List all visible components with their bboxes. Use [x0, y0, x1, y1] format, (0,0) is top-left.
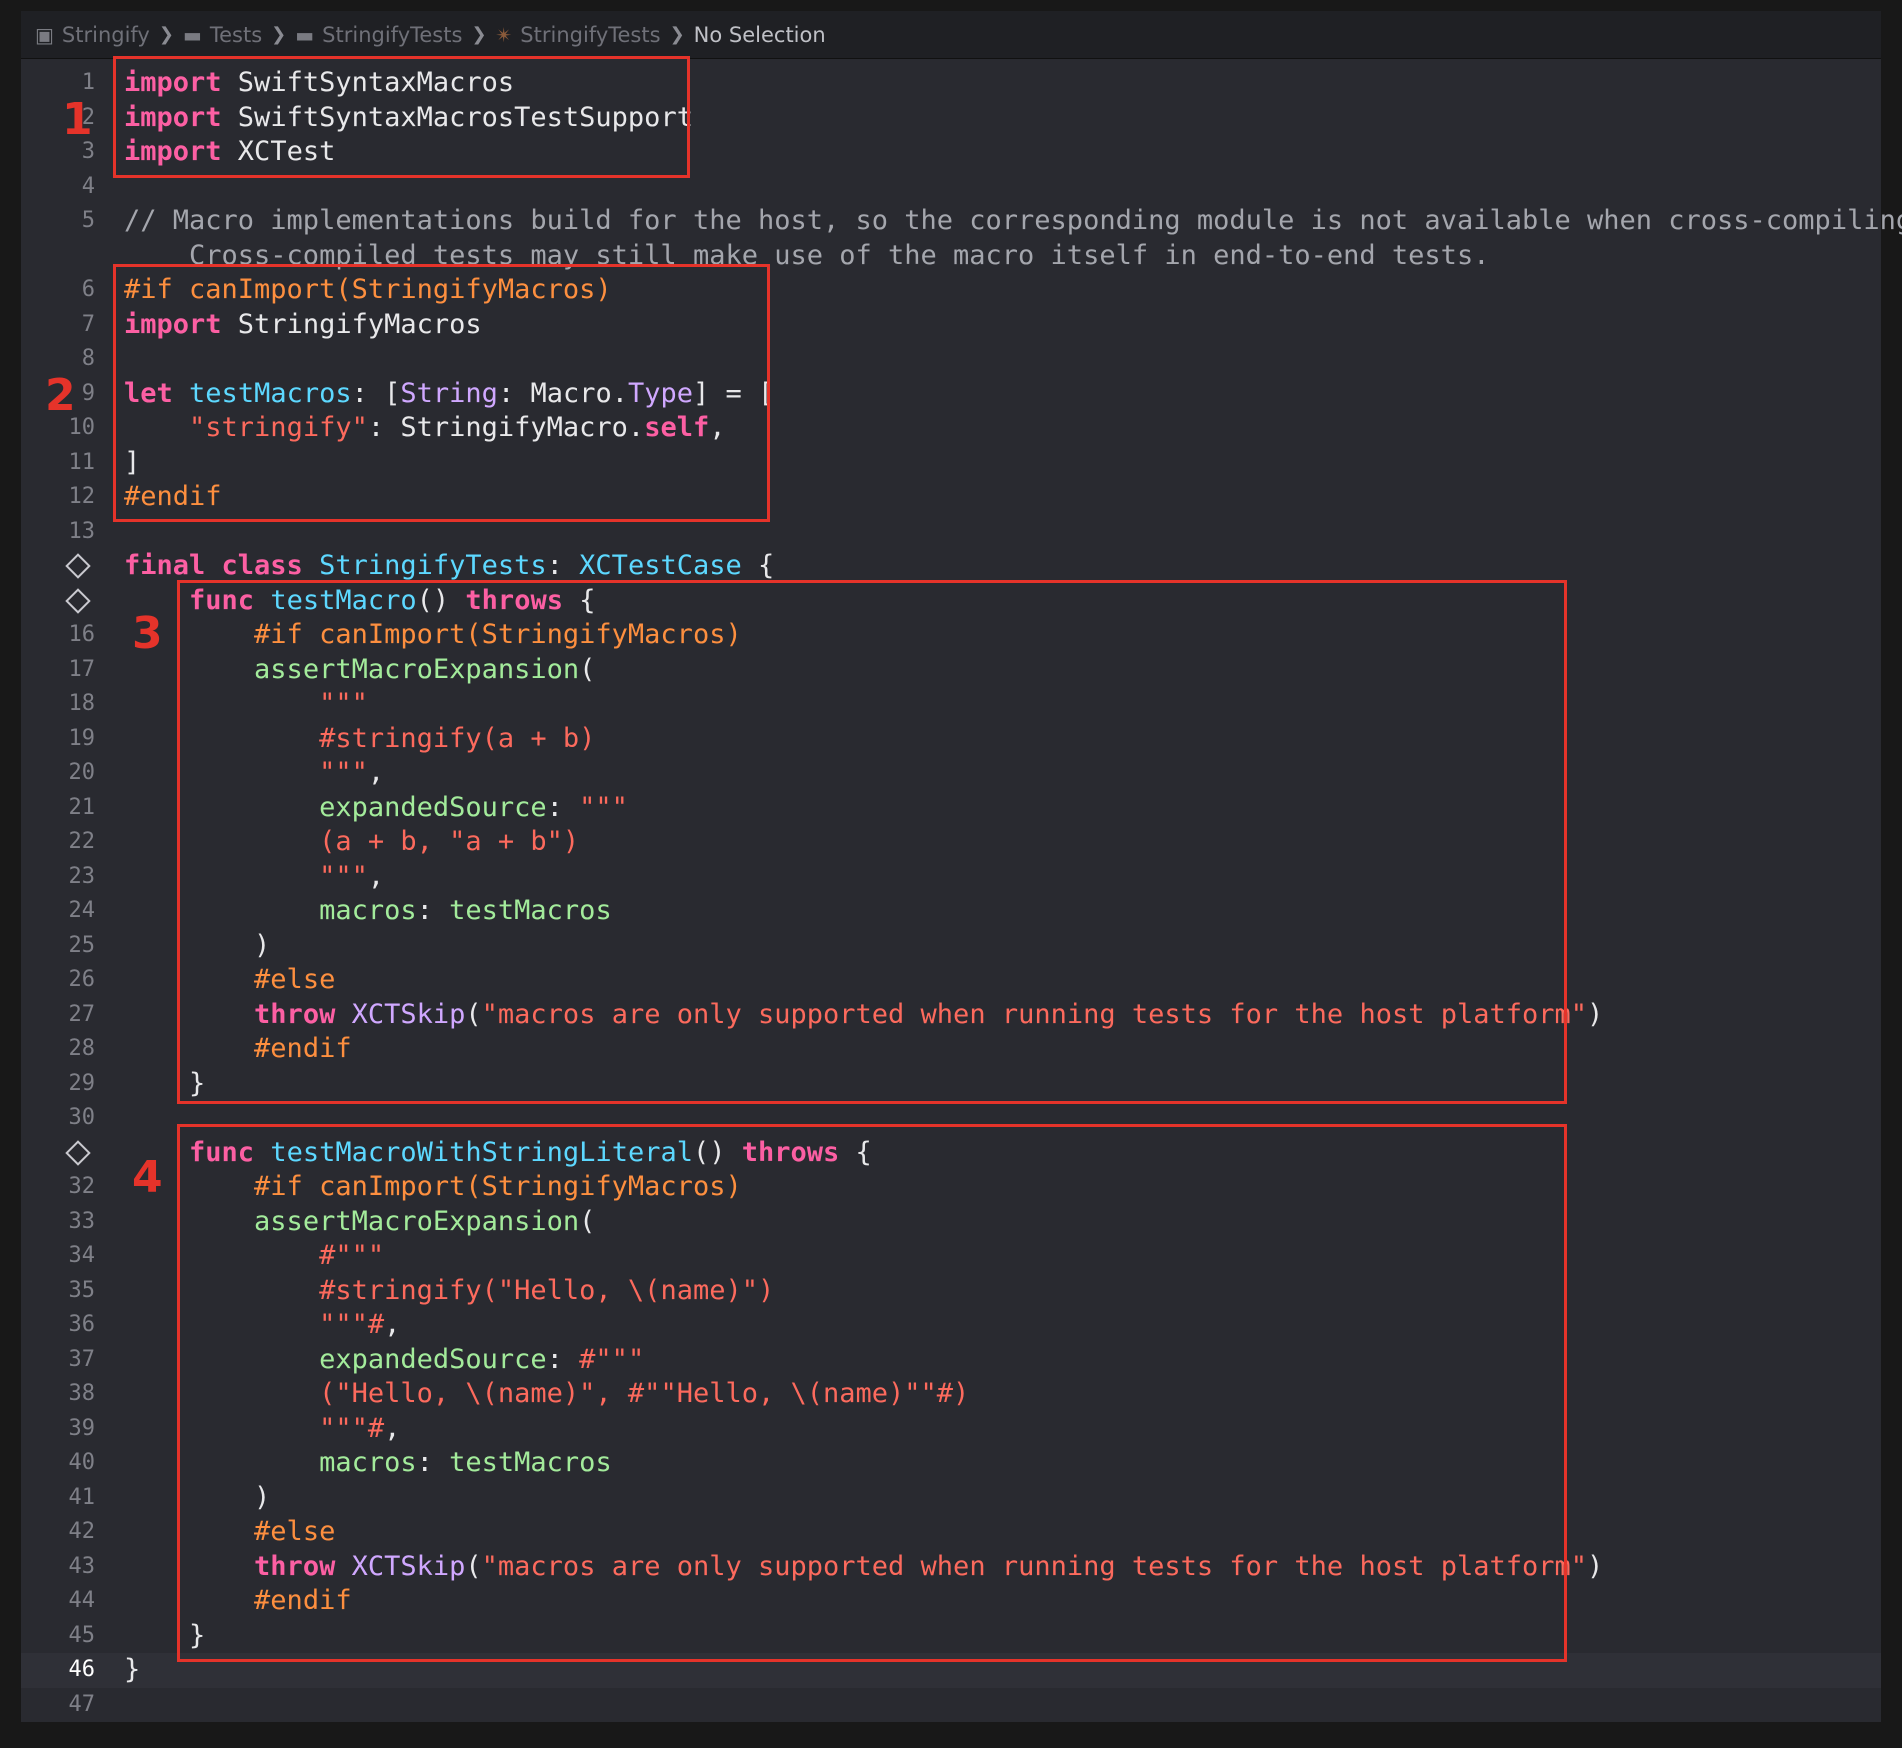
breadcrumb-label: StringifyTests	[322, 22, 463, 47]
breadcrumb-label: Tests	[209, 22, 263, 47]
run-test-diamond-icon[interactable]	[65, 1139, 91, 1166]
line-number: 42	[68, 1519, 96, 1544]
breadcrumb-item[interactable]: ▣ Stringify ❯	[35, 23, 183, 47]
line-number: 17	[68, 656, 96, 682]
line-number: 44	[68, 1588, 96, 1613]
folder-icon: ▬	[182, 22, 202, 47]
code-token: )	[1587, 998, 1604, 1030]
chevron-right-icon: ❯	[471, 24, 487, 45]
annotation-label-3: 3	[132, 608, 163, 659]
line-number: 35	[68, 1277, 96, 1303]
line-number: 18	[68, 691, 96, 716]
code-token: final class	[124, 550, 303, 581]
run-test-diamond-icon[interactable]	[65, 553, 91, 579]
code-text: final class StringifyTests: XCTestCase {	[124, 549, 774, 584]
line-number: 38	[68, 1381, 96, 1406]
chevron-right-icon: ❯	[158, 24, 174, 45]
annotation-label-2: 2	[45, 370, 76, 421]
annotation-box-1	[113, 56, 690, 178]
line-number: 16	[68, 622, 96, 647]
line-number: 34	[68, 1243, 96, 1268]
line-number: 22	[68, 829, 96, 854]
chevron-right-icon: ❯	[669, 24, 685, 45]
line-number: 32	[68, 1174, 96, 1199]
package-icon: ▣	[35, 22, 54, 47]
line-number: 6	[81, 277, 95, 302]
breadcrumb-label: Stringify	[61, 22, 150, 47]
line-number: 29	[68, 1070, 96, 1096]
line-number: 43	[68, 1553, 96, 1579]
code-token: // Macro implementations build for the h…	[124, 205, 1902, 236]
line-number: 27	[68, 1001, 96, 1027]
code-line[interactable]: final class StringifyTests: XCTestCase {	[21, 549, 1881, 584]
line-number: 47	[68, 1691, 96, 1717]
code-token: {	[741, 550, 775, 581]
annotation-box-3	[177, 580, 1567, 1104]
chevron-right-icon: ❯	[271, 24, 287, 45]
line-number: 26	[68, 967, 96, 992]
line-number: 4	[81, 173, 95, 199]
line-number: 13	[68, 518, 96, 544]
line-number: 46	[68, 1657, 96, 1682]
line-number: 36	[68, 1312, 96, 1337]
code-token: }	[124, 1654, 141, 1685]
annotation-box-2	[113, 264, 770, 522]
annotation-label-4: 4	[132, 1152, 163, 1203]
line-number: 12	[68, 484, 96, 509]
breadcrumb-label: No Selection	[693, 22, 826, 47]
breadcrumb-label: StringifyTests	[520, 22, 661, 47]
line-number: 39	[68, 1415, 96, 1441]
code-token: StringifyTests	[319, 550, 547, 581]
line-number: 30	[68, 1105, 96, 1130]
line-number: 28	[68, 1036, 96, 1061]
line-number: 7	[81, 311, 95, 337]
code-text: }	[124, 1653, 140, 1688]
breadcrumb-item[interactable]: ▬ Tests ❯	[183, 23, 295, 47]
line-number: 11	[68, 449, 96, 475]
code-line[interactable]: 47	[21, 1688, 1881, 1723]
breadcrumb-item[interactable]: ✴ StringifyTests ❯	[496, 23, 694, 47]
line-number: 40	[68, 1450, 96, 1475]
line-number: 41	[68, 1484, 96, 1510]
folder-icon: ▬	[295, 22, 315, 47]
code-text: // Macro implementations build for the h…	[124, 204, 1902, 239]
line-number: 33	[68, 1208, 96, 1234]
code-line[interactable]: 5 // Macro implementations build for the …	[21, 204, 1902, 239]
line-number: 21	[68, 794, 96, 820]
line-number: 5	[81, 208, 95, 233]
line-number: 24	[68, 898, 96, 923]
code-token: )	[1587, 1550, 1604, 1582]
code-token: XCTestCase	[579, 550, 742, 581]
line-number: 25	[68, 932, 96, 958]
jump-bar-breadcrumb: ▣ Stringify ❯ ▬ Tests ❯ ▬ StringifyTests ❯ ✴ Strin…	[21, 11, 1881, 59]
annotation-label-1: 1	[62, 94, 93, 145]
code-token: :	[546, 550, 580, 581]
breadcrumb-item[interactable]: No Selection	[694, 23, 826, 47]
annotation-box-4	[177, 1124, 1567, 1662]
breadcrumb-item[interactable]: ▬ StringifyTests ❯	[295, 23, 495, 47]
run-test-diamond-icon[interactable]	[65, 587, 91, 614]
swift-file-icon: ✴	[495, 22, 513, 47]
line-number: 37	[68, 1346, 96, 1372]
line-number: 19	[68, 725, 96, 751]
line-number: 23	[68, 863, 96, 889]
line-number: 45	[68, 1622, 96, 1648]
line-number: 20	[68, 760, 96, 785]
